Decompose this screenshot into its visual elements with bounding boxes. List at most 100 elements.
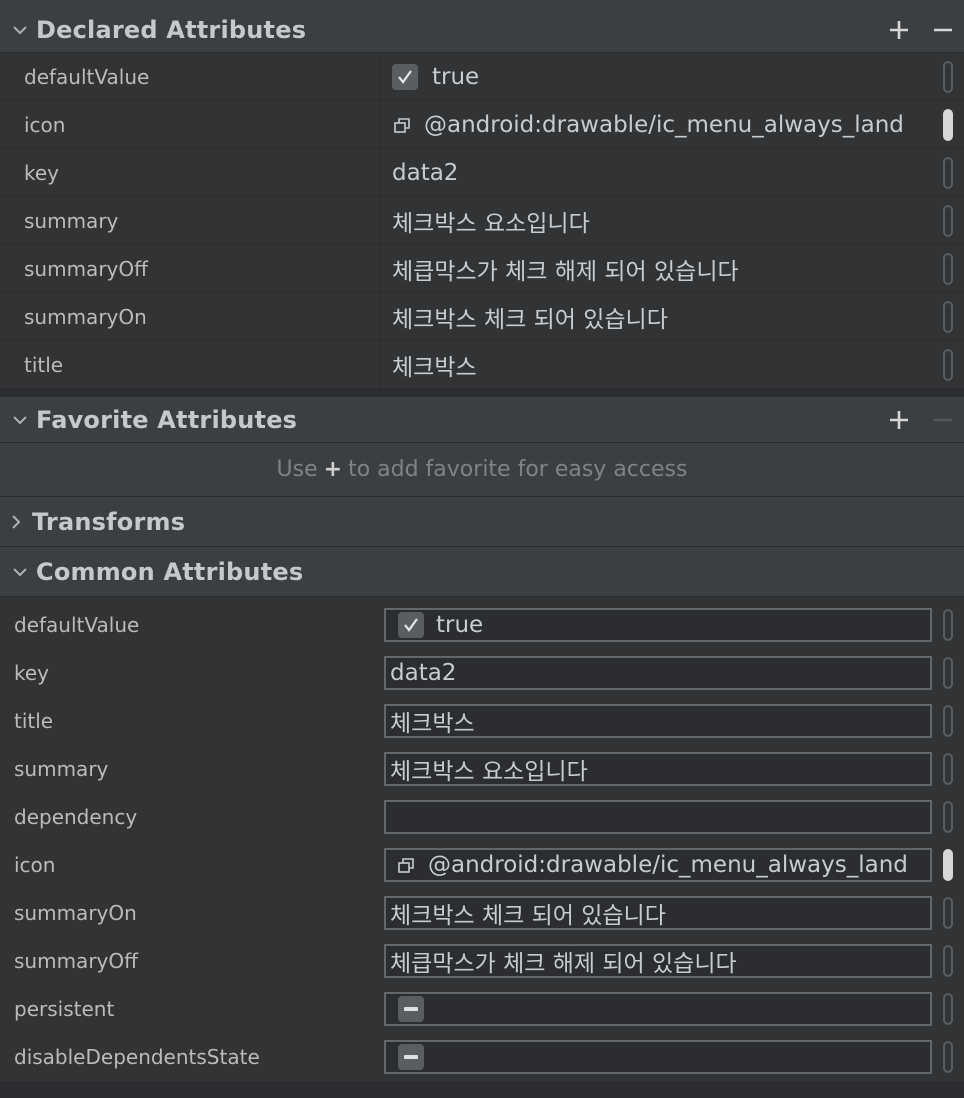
attribute-name: icon xyxy=(0,101,380,148)
indeterminate-checkbox[interactable] xyxy=(398,996,424,1022)
table-row: key data2 xyxy=(0,649,964,697)
attribute-value[interactable]: 체크박스 체크 되어 있습니다 xyxy=(380,300,964,334)
table-row[interactable]: icon @android:drawable/ic_menu_always_la… xyxy=(0,101,964,149)
attribute-value[interactable]: 체큽막스가 체크 해제 되어 있습니다 xyxy=(380,252,964,286)
scroll-handle[interactable] xyxy=(943,753,953,785)
section-title: Declared Attributes xyxy=(36,15,307,44)
table-row[interactable]: summary 체크박스 요소입니다 xyxy=(0,197,964,245)
value-text: @android:drawable/ic_menu_always_land xyxy=(428,852,908,878)
common-attributes-table: defaultValue true key data2 title 체크박스 s… xyxy=(0,597,964,1081)
table-row: dependency xyxy=(0,793,964,841)
table-row: persistent xyxy=(0,985,964,1033)
scroll-handle[interactable] xyxy=(943,609,953,641)
indeterminate-checkbox[interactable] xyxy=(398,1044,424,1070)
attribute-value[interactable]: 체크박스 요소입니다 xyxy=(380,204,964,238)
disable-dependents-state-field[interactable] xyxy=(384,1040,932,1074)
attribute-name: title xyxy=(0,341,380,388)
declared-attributes-table: defaultValue true icon @android:drawable… xyxy=(0,53,964,389)
table-row[interactable]: summaryOff 체큽막스가 체크 해제 되어 있습니다 xyxy=(0,245,964,293)
summary-on-field[interactable]: 체크박스 체크 되어 있습니다 xyxy=(384,896,932,930)
plus-icon[interactable] xyxy=(888,19,910,41)
scroll-handle[interactable] xyxy=(943,849,953,881)
attribute-name: disableDependentsState xyxy=(14,1045,260,1069)
favorites-empty-hint: Use + to add favorite for easy access xyxy=(0,443,964,497)
table-row[interactable]: summaryOn 체크박스 체크 되어 있습니다 xyxy=(0,293,964,341)
attribute-name: defaultValue xyxy=(0,53,380,100)
resource-reference-icon xyxy=(392,114,414,136)
table-row: summaryOff 체큽막스가 체크 해제 되어 있습니다 xyxy=(0,937,964,985)
scroll-handle[interactable] xyxy=(943,348,953,381)
attribute-name: summaryOn xyxy=(0,293,380,340)
scroll-handle[interactable] xyxy=(943,801,953,833)
scroll-handle[interactable] xyxy=(943,252,953,285)
scroll-handle[interactable] xyxy=(943,156,953,189)
section-title: Transforms xyxy=(32,507,186,536)
table-row: defaultValue true xyxy=(0,601,964,649)
table-row: summaryOn 체크박스 체크 되어 있습니다 xyxy=(0,889,964,937)
key-field[interactable]: data2 xyxy=(384,656,932,690)
attribute-name: persistent xyxy=(14,997,115,1021)
scroll-handle[interactable] xyxy=(943,657,953,689)
scroll-handle[interactable] xyxy=(943,897,953,929)
scroll-handle[interactable] xyxy=(943,945,953,977)
checkmark-icon xyxy=(398,69,412,84)
checkbox[interactable] xyxy=(392,63,418,90)
attribute-name: defaultValue xyxy=(14,613,140,637)
section-title: Favorite Attributes xyxy=(36,405,298,434)
attribute-value[interactable]: 체크박스 xyxy=(380,348,964,382)
attribute-name: summary xyxy=(14,757,109,781)
attribute-name: key xyxy=(14,661,50,685)
common-attributes-header[interactable]: Common Attributes xyxy=(0,547,964,597)
attribute-name: title xyxy=(14,709,54,733)
scroll-handle[interactable] xyxy=(943,705,953,737)
scroll-handle[interactable] xyxy=(943,108,953,141)
resource-reference-icon xyxy=(396,854,418,876)
summary-field[interactable]: 체크박스 요소입니다 xyxy=(384,752,932,786)
persistent-field[interactable] xyxy=(384,992,932,1026)
minus-icon[interactable] xyxy=(932,19,954,41)
attribute-name: dependency xyxy=(14,805,138,829)
declared-attributes-header[interactable]: Declared Attributes xyxy=(0,7,964,53)
table-row: icon @android:drawable/ic_menu_always_la… xyxy=(0,841,964,889)
default-value-field[interactable]: true xyxy=(384,608,932,642)
chevron-down-icon[interactable] xyxy=(9,561,31,583)
title-field[interactable]: 체크박스 xyxy=(384,704,932,738)
attribute-value[interactable]: data2 xyxy=(380,160,964,186)
value-text: true xyxy=(436,612,484,638)
scroll-handle[interactable] xyxy=(943,204,953,237)
plus-icon[interactable] xyxy=(888,409,910,431)
section-divider xyxy=(0,389,964,397)
scroll-handle[interactable] xyxy=(943,300,953,333)
dependency-field[interactable] xyxy=(384,800,932,834)
top-strip xyxy=(0,0,964,7)
attribute-name: summary xyxy=(0,197,380,244)
attribute-name: key xyxy=(0,149,380,196)
minus-icon xyxy=(932,409,954,431)
attribute-name: summaryOff xyxy=(14,949,138,973)
section-title: Common Attributes xyxy=(36,557,304,586)
attribute-name: icon xyxy=(14,853,56,877)
value-text: true xyxy=(432,63,480,90)
table-row[interactable]: title 체크박스 xyxy=(0,341,964,389)
checkbox[interactable] xyxy=(398,612,424,638)
chevron-right-icon[interactable] xyxy=(5,511,27,533)
chevron-down-icon[interactable] xyxy=(9,409,31,431)
attribute-value[interactable]: @android:drawable/ic_menu_always_land xyxy=(380,112,964,138)
table-row[interactable]: key data2 xyxy=(0,149,964,197)
scroll-handle[interactable] xyxy=(943,60,953,93)
table-row: title 체크박스 xyxy=(0,697,964,745)
value-text: @android:drawable/ic_menu_always_land xyxy=(424,111,904,138)
scroll-handle[interactable] xyxy=(943,993,953,1025)
table-row: summary 체크박스 요소입니다 xyxy=(0,745,964,793)
favorite-attributes-header[interactable]: Favorite Attributes xyxy=(0,397,964,443)
scroll-handle[interactable] xyxy=(943,1041,953,1073)
attribute-value[interactable]: true xyxy=(380,63,964,90)
table-row[interactable]: defaultValue true xyxy=(0,53,964,101)
attribute-name: summaryOff xyxy=(0,245,380,292)
checkmark-icon xyxy=(404,618,418,632)
transforms-header[interactable]: Transforms xyxy=(0,497,964,547)
attribute-name: summaryOn xyxy=(14,901,137,925)
chevron-down-icon[interactable] xyxy=(9,19,31,41)
summary-off-field[interactable]: 체큽막스가 체크 해제 되어 있습니다 xyxy=(384,944,932,978)
icon-field[interactable]: @android:drawable/ic_menu_always_land xyxy=(384,848,932,882)
